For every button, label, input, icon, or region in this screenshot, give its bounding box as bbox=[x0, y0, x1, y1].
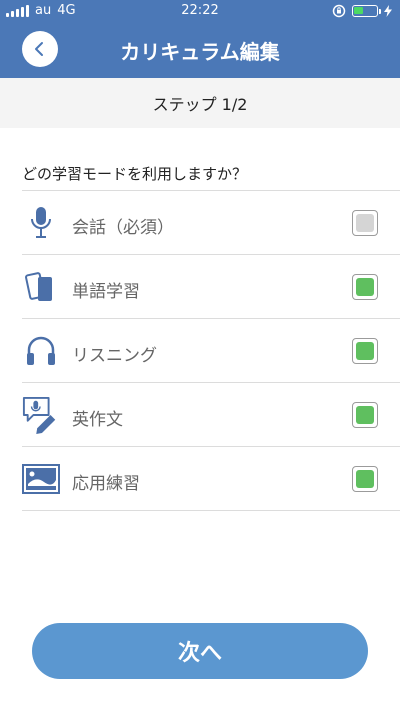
battery-icon bbox=[352, 5, 381, 17]
charging-icon bbox=[384, 5, 392, 17]
next-button[interactable]: 次へ bbox=[32, 623, 368, 679]
mode-label: 単語学習 bbox=[72, 282, 140, 302]
mode-row-listening[interactable]: リスニング bbox=[22, 319, 400, 383]
speech-pencil-icon bbox=[22, 396, 60, 434]
mode-checkbox[interactable] bbox=[352, 274, 378, 300]
rotation-lock-icon bbox=[332, 4, 346, 18]
status-bar: au 4G 22:22 bbox=[0, 0, 400, 22]
headphones-icon bbox=[22, 333, 60, 369]
mode-row-applied[interactable]: 応用練習 bbox=[22, 447, 400, 511]
mode-list: 会話（必須） 単語学習 リスニング 英作文 応用練習 bbox=[22, 190, 400, 511]
mode-checkbox[interactable] bbox=[352, 402, 378, 428]
step-indicator: ステップ 1/2 bbox=[0, 78, 400, 128]
image-icon bbox=[22, 461, 60, 497]
mode-row-composition[interactable]: 英作文 bbox=[22, 383, 400, 447]
question-text: どの学習モードを利用しますか？ bbox=[22, 165, 248, 183]
nav-header: カリキュラム編集 bbox=[0, 22, 400, 78]
page-title: カリキュラム編集 bbox=[120, 40, 280, 64]
mode-checkbox[interactable] bbox=[352, 338, 378, 364]
mode-label: リスニング bbox=[72, 346, 157, 366]
top-bar: au 4G 22:22 カリキュラム編集 bbox=[0, 0, 400, 78]
mode-row-vocabulary[interactable]: 単語学習 bbox=[22, 255, 400, 319]
step-label: ステップ 1/2 bbox=[152, 95, 248, 114]
mode-label: 応用練習 bbox=[72, 474, 140, 494]
mode-checkbox[interactable] bbox=[352, 466, 378, 492]
mode-checkbox[interactable] bbox=[352, 210, 378, 236]
mode-row-conversation[interactable]: 会話（必須） bbox=[22, 191, 400, 255]
next-button-label: 次へ bbox=[177, 641, 222, 666]
mode-label: 英作文 bbox=[72, 410, 123, 430]
microphone-icon bbox=[22, 205, 60, 241]
mode-label: 会話（必須） bbox=[72, 218, 174, 238]
status-right bbox=[332, 4, 392, 18]
cards-icon bbox=[22, 269, 60, 305]
